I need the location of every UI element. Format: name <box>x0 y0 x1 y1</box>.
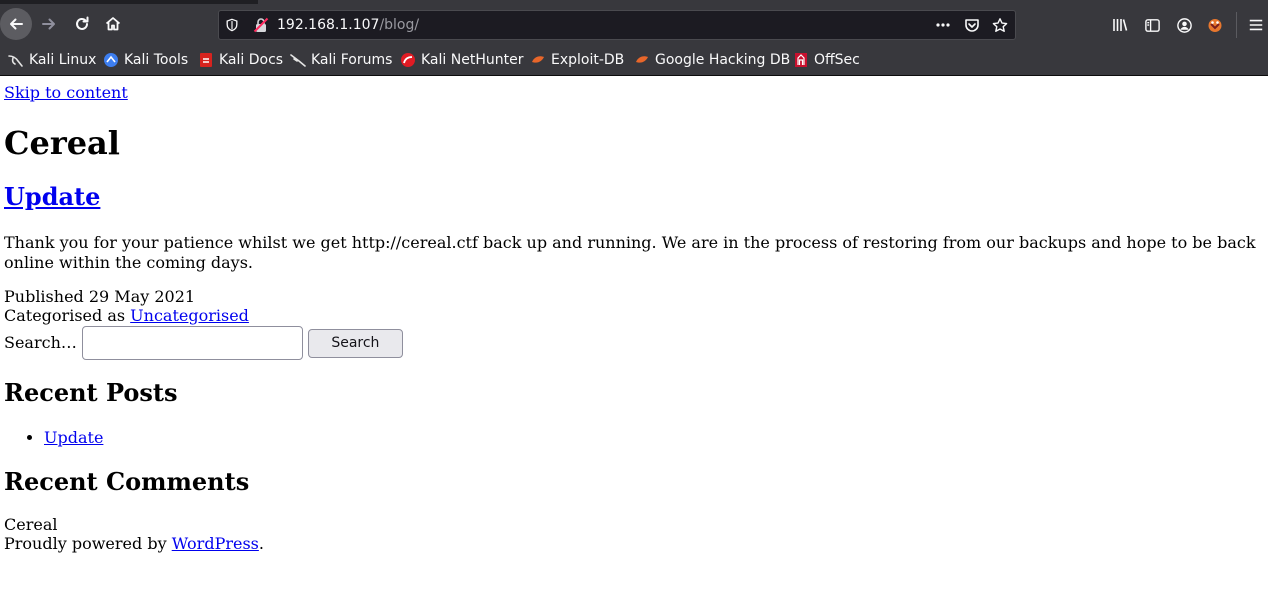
url-bar[interactable]: 192.168.1.107/blog/ <box>218 10 1016 40</box>
category-prefix: Categorised as <box>4 306 131 325</box>
back-button[interactable] <box>0 8 32 40</box>
extension-icon[interactable] <box>1206 16 1224 34</box>
footer-credit: Proudly powered by WordPress. <box>4 534 264 553</box>
bookmark-label: Kali Docs <box>219 52 284 68</box>
nethunter-icon <box>400 52 416 68</box>
bookmark-label: Kali Linux <box>29 52 97 68</box>
recent-post-link[interactable]: Update <box>44 428 103 447</box>
footer-credit-prefix: Proudly powered by <box>4 534 172 553</box>
offsec-icon <box>793 52 809 68</box>
bookmark-label: Kali NetHunter <box>421 52 524 68</box>
site-footer: Cereal Proudly powered by WordPress. <box>4 515 264 553</box>
bookmark-kali-forums[interactable]: Kali Forums <box>290 50 392 70</box>
post-title: Update <box>4 181 100 213</box>
url-host: 192.168.1.107 <box>277 17 380 33</box>
bookmark-kali-docs[interactable]: Kali Docs <box>198 50 283 70</box>
list-item: Update <box>44 427 103 449</box>
kali-tools-icon <box>103 52 119 68</box>
exploit-db-icon <box>530 52 546 68</box>
url-text[interactable]: 192.168.1.107/blog/ <box>277 16 419 34</box>
recent-posts-heading: Recent Posts <box>4 378 178 407</box>
library-icon[interactable] <box>1111 16 1129 34</box>
recent-comments-heading: Recent Comments <box>4 467 250 496</box>
bookmark-offsec[interactable]: OffSec <box>793 50 860 70</box>
bookmark-exploit-db[interactable]: Exploit-DB <box>530 50 624 70</box>
account-icon[interactable] <box>1175 16 1193 34</box>
back-arrow-icon <box>10 18 23 30</box>
ghdb-icon <box>634 52 650 68</box>
browser-chrome: 192.168.1.107/blog/ Kali Linux Kali Tool… <box>0 0 1268 76</box>
bookmark-kali-linux[interactable]: Kali Linux <box>8 50 96 70</box>
bookmark-google-hacking-db[interactable]: Google Hacking DB <box>634 50 790 70</box>
search-input[interactable] <box>81 326 303 360</box>
skip-to-content-link[interactable]: Skip to content <box>4 82 128 104</box>
published-date: Published 29 May 2021 <box>4 287 196 306</box>
footer-credit-suffix: . <box>258 534 264 553</box>
post-meta: Published 29 May 2021 Categorised as Unc… <box>4 287 249 325</box>
category-link[interactable]: Uncategorised <box>130 306 249 325</box>
home-icon <box>105 17 121 31</box>
page-actions-icon[interactable] <box>935 17 951 33</box>
recent-posts-list: Update <box>44 427 103 449</box>
post-category: Categorised as Uncategorised <box>4 306 249 325</box>
bookmark-label: Google Hacking DB <box>655 52 791 68</box>
bookmark-kali-nethunter[interactable]: Kali NetHunter <box>400 50 523 70</box>
pocket-icon[interactable] <box>964 17 980 33</box>
tracking-protection-shield-icon[interactable] <box>224 17 240 33</box>
kali-docs-icon <box>198 52 214 68</box>
toolbar-separator <box>1236 12 1237 38</box>
forward-arrow-icon <box>42 18 55 30</box>
bookmark-star-icon[interactable] <box>992 17 1008 33</box>
page-content: Skip to content Cereal Update Thank you … <box>0 77 1268 594</box>
search-button[interactable]: Search <box>307 328 403 358</box>
site-title: Cereal <box>4 124 120 162</box>
bookmark-label: Kali Tools <box>124 52 189 68</box>
hamburger-menu-icon[interactable] <box>1247 16 1265 34</box>
reload-button[interactable] <box>66 8 98 40</box>
kali-forums-icon <box>290 52 306 68</box>
url-path: /blog/ <box>379 17 420 33</box>
bookmarks-toolbar: Kali Linux Kali Tools Kali Docs Kali For… <box>0 44 1268 75</box>
search-form: Search… Search <box>4 326 403 360</box>
bookmark-label: Kali Forums <box>311 52 393 68</box>
post-body: Thank you for your patience whilst we ge… <box>4 233 1256 272</box>
bookmark-kali-tools[interactable]: Kali Tools <box>103 50 188 70</box>
forward-button[interactable] <box>33 8 65 40</box>
kali-dragon-icon <box>8 52 24 68</box>
post-title-link[interactable]: Update <box>4 182 100 211</box>
bookmark-label: OffSec <box>814 52 860 68</box>
search-label: Search… <box>4 333 77 352</box>
sidebar-icon[interactable] <box>1143 16 1161 34</box>
reload-icon <box>76 16 89 30</box>
footer-site-name: Cereal <box>4 515 58 534</box>
bookmark-label: Exploit-DB <box>551 52 625 68</box>
wordpress-link[interactable]: WordPress <box>172 534 259 553</box>
insecure-lock-icon[interactable] <box>253 17 269 33</box>
navigation-toolbar: 192.168.1.107/blog/ <box>0 4 1268 44</box>
home-button[interactable] <box>97 8 129 40</box>
